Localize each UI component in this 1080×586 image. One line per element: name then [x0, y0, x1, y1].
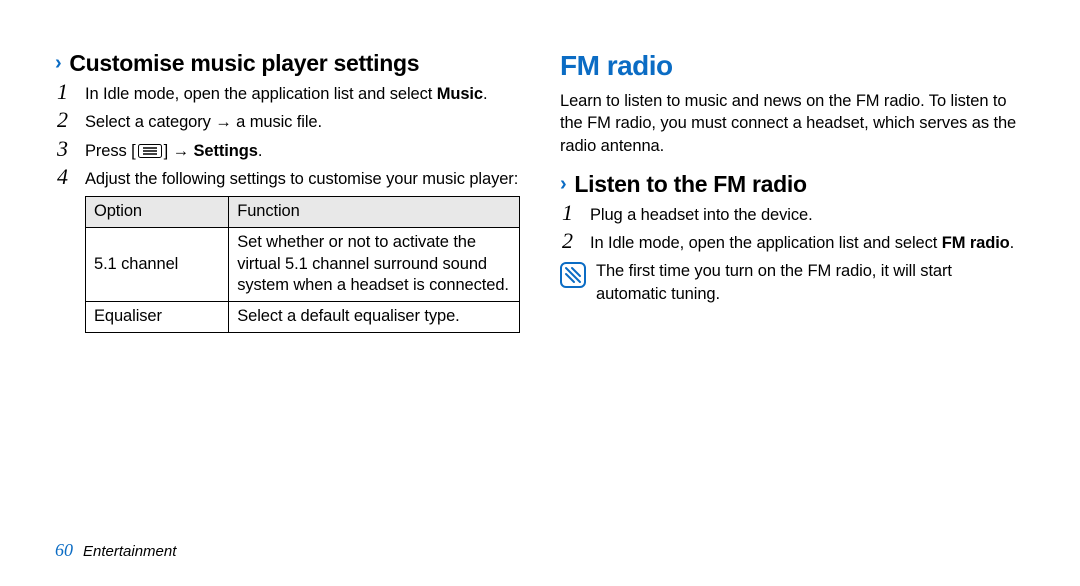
table-header-option: Option	[86, 197, 229, 228]
section-heading-listen: › Listen to the FM radio	[560, 171, 1025, 198]
section-heading-customise: › Customise music player settings	[55, 50, 520, 77]
table-cell-function: Select a default equaliser type.	[229, 302, 520, 333]
right-column: FM radio Learn to listen to music and ne…	[560, 50, 1025, 339]
footer-section-title: Entertainment	[83, 543, 176, 560]
steps-list-left: In Idle mode, open the application list …	[55, 83, 520, 333]
step-text: Plug a headset into the device.	[590, 206, 813, 224]
table-cell-option: Equaliser	[86, 302, 229, 333]
h1-fm-radio: FM radio	[560, 50, 1025, 82]
step-text-end: .	[258, 142, 262, 160]
table-row: 5.1 channel Set whether or not to activa…	[86, 227, 520, 301]
heading-text: Customise music player settings	[69, 50, 419, 77]
steps-list-right: Plug a headset into the device. In Idle …	[560, 204, 1025, 255]
page-footer: 60 Entertainment	[55, 540, 1025, 561]
step-text-end: .	[483, 85, 487, 103]
step-2: Select a category → a music file.	[55, 111, 520, 133]
content-columns: › Customise music player settings In Idl…	[55, 50, 1025, 339]
table-cell-function: Set whether or not to activate the virtu…	[229, 227, 520, 301]
step-text: Adjust the following settings to customi…	[85, 170, 518, 188]
step-text: In Idle mode, open the application list …	[590, 234, 942, 252]
page-number: 60	[55, 540, 73, 561]
step-2: In Idle mode, open the application list …	[560, 232, 1025, 254]
step-bold: Settings	[194, 142, 258, 160]
table-header-row: Option Function	[86, 197, 520, 228]
heading-text: Listen to the FM radio	[574, 171, 806, 198]
chevron-icon: ›	[560, 173, 566, 196]
note: The first time you turn on the FM radio,…	[560, 260, 1025, 305]
step-text: Press [	[85, 142, 136, 160]
step-text: Select a category → a music file.	[85, 113, 322, 131]
table-cell-option: 5.1 channel	[86, 227, 229, 301]
note-icon	[560, 262, 586, 305]
step-text: In Idle mode, open the application list …	[85, 85, 437, 103]
table-header-function: Function	[229, 197, 520, 228]
table-row: Equaliser Select a default equaliser typ…	[86, 302, 520, 333]
chevron-icon: ›	[55, 52, 61, 75]
note-text: The first time you turn on the FM radio,…	[596, 260, 1025, 305]
left-column: › Customise music player settings In Idl…	[55, 50, 520, 339]
page: › Customise music player settings In Idl…	[0, 0, 1080, 586]
menu-key-icon	[138, 144, 162, 158]
step-1: In Idle mode, open the application list …	[55, 83, 520, 105]
step-text-b: ] →	[164, 142, 194, 160]
step-4: Adjust the following settings to customi…	[55, 168, 520, 333]
options-table: Option Function 5.1 channel Set whether …	[85, 196, 520, 333]
step-bold: FM radio	[942, 234, 1010, 252]
intro-paragraph: Learn to listen to music and news on the…	[560, 90, 1025, 157]
step-1: Plug a headset into the device.	[560, 204, 1025, 226]
step-bold: Music	[437, 85, 483, 103]
step-3: Press [ ] → Settings.	[55, 140, 520, 162]
step-text-end: .	[1010, 234, 1014, 252]
